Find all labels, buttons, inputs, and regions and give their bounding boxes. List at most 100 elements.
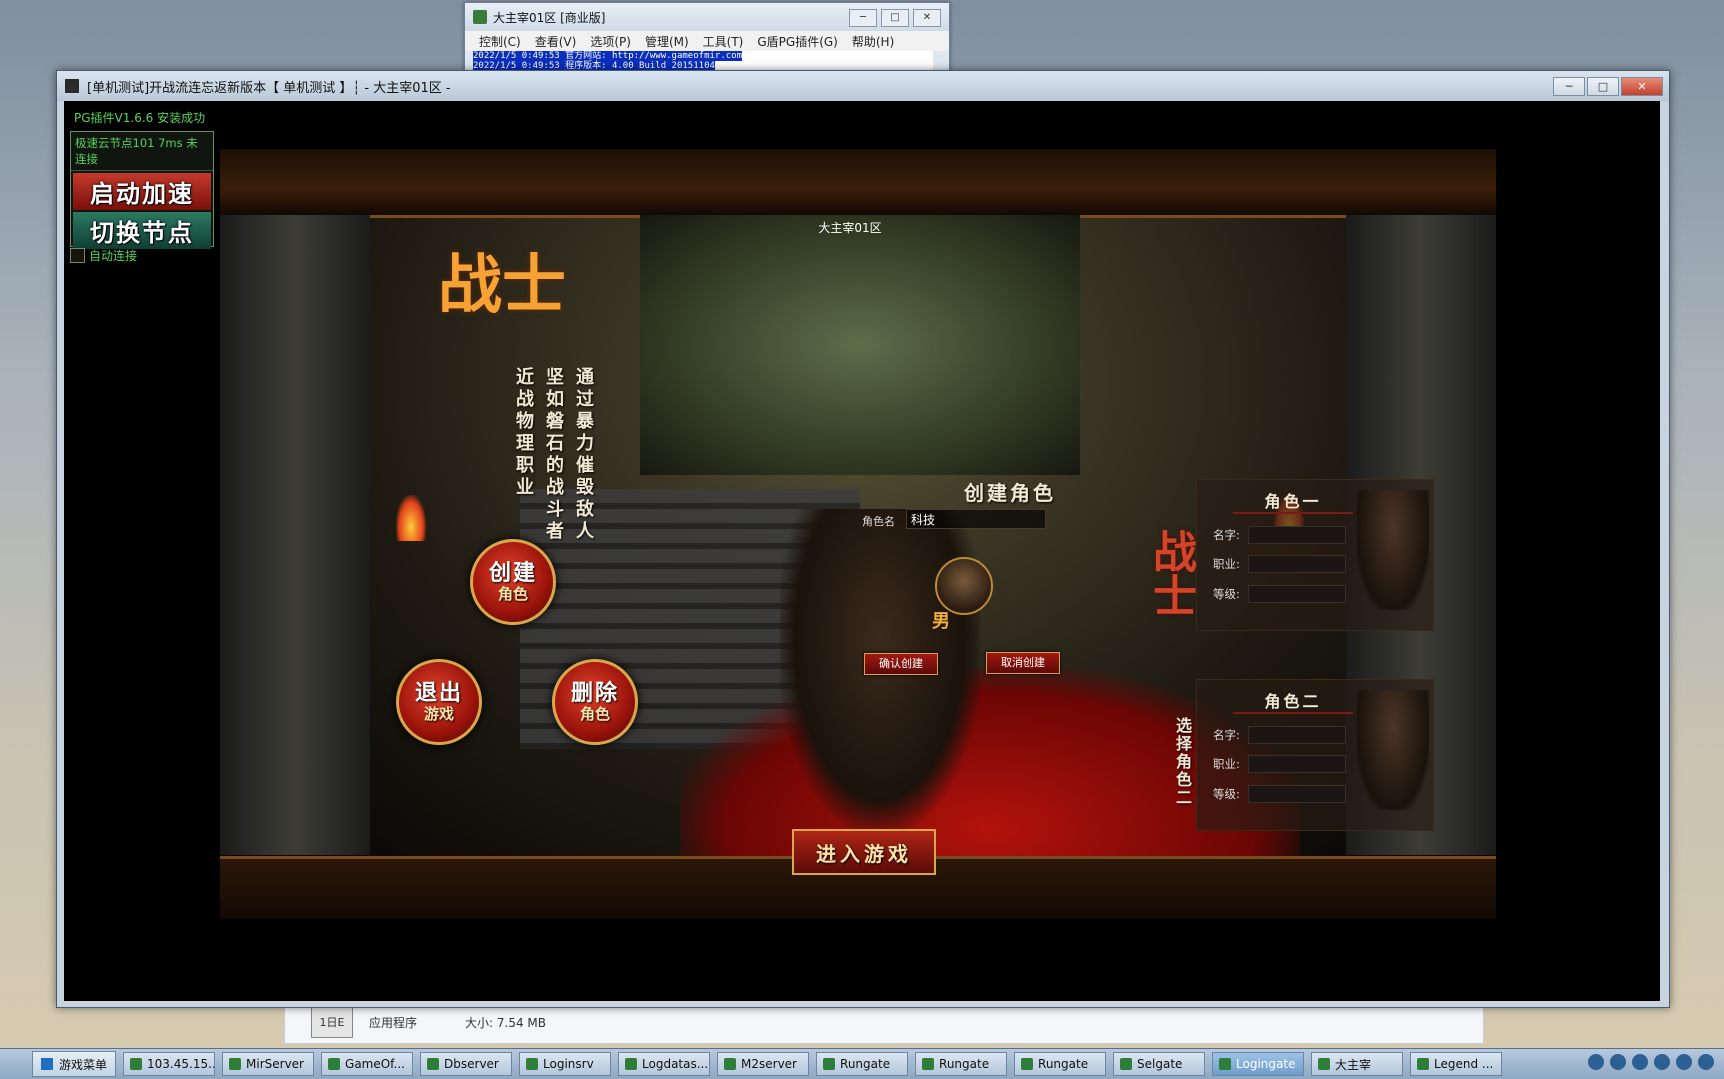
taskbar-item-label: 103.45.15... <box>147 1057 216 1071</box>
taskbar-item-label: Loginsrv <box>543 1057 594 1071</box>
close-icon[interactable]: ✕ <box>913 9 941 27</box>
taskbar-item[interactable]: Selgate <box>1113 1052 1206 1076</box>
server-console-title: 大主宰01区 [商业版] <box>493 10 606 25</box>
slot-heading: 角色一 <box>1233 488 1353 514</box>
tray-icon[interactable] <box>1632 1054 1648 1070</box>
cancel-create-button[interactable]: 取消创建 <box>986 652 1060 674</box>
game-window-controls: ─ □ ✕ <box>1553 77 1663 96</box>
enter-game-button[interactable]: 进入游戏 <box>792 829 936 875</box>
taskbar-item[interactable]: Legend ... <box>1410 1052 1503 1076</box>
torch-left <box>396 495 426 541</box>
menu-tools[interactable]: 工具(T) <box>703 33 744 50</box>
slot-job-value <box>1247 755 1346 773</box>
delete-character-sublabel: 角色 <box>579 705 610 723</box>
game-client-window[interactable]: [单机测试]开战流连忘返新版本【 单机测试 】┆ - 大主宰01区 - ─ □ … <box>56 70 1670 1008</box>
auto-connect-option[interactable]: 自动连接 <box>70 247 137 264</box>
tray-icon[interactable] <box>1698 1054 1714 1070</box>
slot-job-value <box>1247 555 1346 573</box>
plugin-status: PG插件V1.6.6 安装成功 <box>74 111 206 125</box>
taskbar-item[interactable]: Loginsrv <box>519 1052 612 1076</box>
tray-icon[interactable] <box>1654 1054 1670 1070</box>
exit-game-button[interactable]: 退出 游戏 <box>396 659 482 745</box>
menu-options[interactable]: 选项(P) <box>590 33 631 50</box>
menu-help[interactable]: 帮助(H) <box>852 33 894 50</box>
maximize-icon[interactable]: □ <box>881 9 909 27</box>
plugin-node-status: 极速云节点101 7ms 未连接 <box>71 132 213 171</box>
auto-connect-checkbox[interactable] <box>70 248 85 263</box>
start-icon <box>41 1058 53 1070</box>
plugin-panel: 极速云节点101 7ms 未连接 启动加速 切换节点 <box>70 131 214 249</box>
class-emblem: 战士 <box>1145 529 1196 617</box>
menu-pg-plugin[interactable]: G盾PG插件(G) <box>757 33 838 50</box>
maximize-icon[interactable]: □ <box>1587 77 1619 96</box>
app-icon <box>823 1058 836 1070</box>
slot-job-label: 职业: <box>1213 757 1240 771</box>
app-icon <box>1021 1058 1034 1070</box>
taskbar-item[interactable]: 103.45.15... <box>123 1052 216 1076</box>
minimize-icon[interactable]: ─ <box>849 9 877 27</box>
slot-name-label: 名字: <box>1213 528 1240 542</box>
slot-name-row: 名字: <box>1213 726 1346 744</box>
game-viewport[interactable]: PG插件V1.6.6 安装成功 极速云节点101 7ms 未连接 启动加速 切换… <box>64 101 1660 1001</box>
slot-avatar <box>1357 490 1429 610</box>
slot-level-row: 等级: <box>1213 785 1346 803</box>
character-slot-2[interactable]: 角色二 名字: 职业: 等级: <box>1196 679 1434 831</box>
start-menu-button[interactable]: 游戏菜单 <box>32 1051 117 1077</box>
minimize-icon[interactable]: ─ <box>1553 77 1585 96</box>
file-size: 大小: 7.54 MB <box>465 1015 546 1030</box>
switch-node-button[interactable]: 切换节点 <box>73 212 211 249</box>
tray-icon[interactable] <box>1610 1054 1626 1070</box>
app-icon <box>526 1058 539 1070</box>
taskbar-item[interactable]: GameOf... <box>321 1052 414 1076</box>
taskbar-item-label: Dbserver <box>444 1057 499 1071</box>
app-icon <box>427 1058 440 1070</box>
menu-view[interactable]: 查看(V) <box>535 33 577 50</box>
taskbar-item-label: Rungate <box>1038 1057 1089 1071</box>
taskbar-item-label: M2server <box>741 1057 797 1071</box>
taskbar-item[interactable]: Logdatas... <box>618 1052 711 1076</box>
taskbar-item[interactable]: MirServer <box>222 1052 315 1076</box>
start-accelerate-button[interactable]: 启动加速 <box>73 173 211 210</box>
slot-avatar <box>1357 690 1429 810</box>
server-window-controls: ─ □ ✕ <box>849 9 941 27</box>
server-log[interactable]: 2022/1/5 0:49:53 官方网站: http://www.gameof… <box>473 51 933 71</box>
server-name: 大主宰01区 <box>818 221 882 235</box>
taskbar-item[interactable]: Rungate <box>816 1052 909 1076</box>
delete-character-button[interactable]: 删除 角色 <box>552 659 638 745</box>
taskbar-item-label: GameOf... <box>345 1057 405 1071</box>
taskbar-item[interactable]: 大主宰 <box>1311 1052 1404 1076</box>
taskbar-item[interactable]: Rungate <box>915 1052 1008 1076</box>
menu-control[interactable]: 控制(C) <box>479 33 521 50</box>
select-character-two[interactable]: 选择角色二 <box>1170 717 1194 807</box>
app-icon <box>229 1058 242 1070</box>
menu-manage[interactable]: 管理(M) <box>645 33 689 50</box>
system-tray <box>1588 1054 1714 1070</box>
taskbar-item[interactable]: M2server <box>717 1052 810 1076</box>
close-icon[interactable]: ✕ <box>1621 77 1663 96</box>
taskbar: 游戏菜单 103.45.15... MirServer GameOf... Db… <box>0 1048 1724 1079</box>
slot-name-value <box>1247 726 1346 744</box>
game-window-titlebar[interactable]: [单机测试]开战流连忘返新版本【 单机测试 】┆ - 大主宰01区 - <box>57 71 1669 101</box>
taskbar-item-label: Rungate <box>840 1057 891 1071</box>
character-name-label: 角色名 <box>862 515 895 528</box>
create-character-button[interactable]: 创建 角色 <box>470 539 556 625</box>
file-icon: 1日E <box>311 1006 353 1038</box>
app-icon <box>1318 1058 1331 1070</box>
dragon-relief <box>640 215 1080 475</box>
taskbar-item-active[interactable]: Logingate <box>1212 1052 1305 1076</box>
character-select-scene: 大主宰01区 战士 通过暴力催毁敌人 坚如磐石的战斗者 近战物理职业 创建 角色… <box>220 149 1496 919</box>
taskbar-item[interactable]: Rungate <box>1014 1052 1107 1076</box>
gender-label[interactable]: 男 <box>932 607 950 633</box>
class-description-line: 近战物理职业 <box>513 367 534 499</box>
auto-connect-label: 自动连接 <box>89 249 138 263</box>
confirm-create-button[interactable]: 确认创建 <box>864 653 938 675</box>
taskbar-item-label: 大主宰 <box>1335 1057 1372 1072</box>
slot-name-row: 名字: <box>1213 526 1346 544</box>
tray-icon[interactable] <box>1676 1054 1692 1070</box>
character-slot-1[interactable]: 角色一 名字: 职业: 等级: <box>1196 479 1434 631</box>
app-icon <box>328 1058 341 1070</box>
character-name-input[interactable] <box>906 509 1046 529</box>
server-console-window[interactable]: 大主宰01区 [商业版] ─ □ ✕ 控制(C) 查看(V) 选项(P) 管理(… <box>464 2 950 72</box>
taskbar-item[interactable]: Dbserver <box>420 1052 513 1076</box>
tray-icon[interactable] <box>1588 1054 1604 1070</box>
